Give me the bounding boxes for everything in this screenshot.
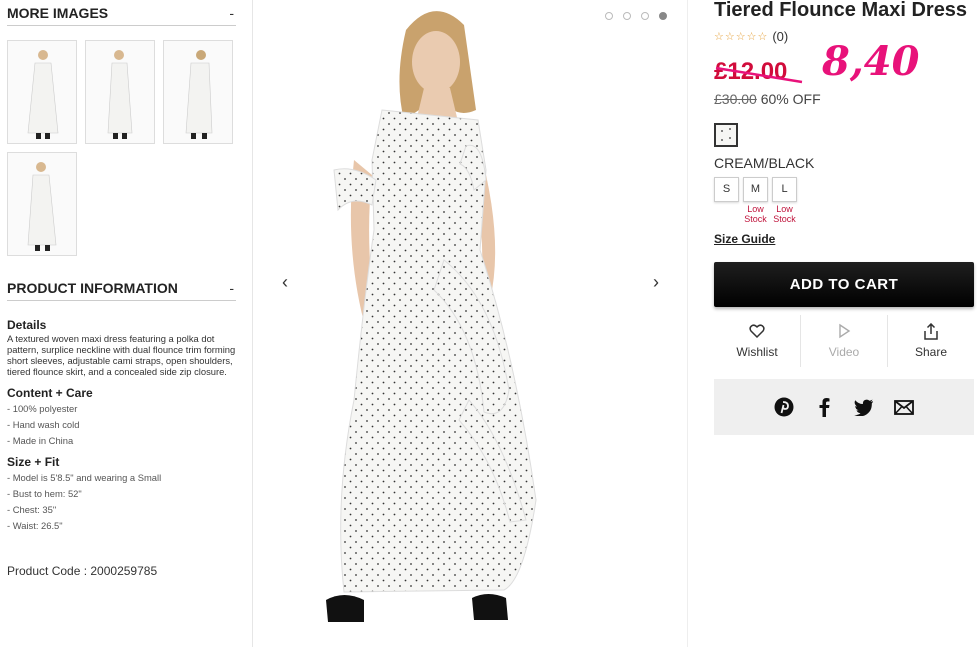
list-item: - Hand wash cold [7,419,80,430]
details-text: A textured woven maxi dress featuring a … [7,333,236,377]
size-fit-heading: Size + Fit [7,455,60,469]
product-code: Product Code : 2000259785 [7,564,158,578]
wishlist-button[interactable]: Wishlist [714,315,801,367]
wishlist-label: Wishlist [736,345,778,359]
size-fit-list: - Model is 5'8.5" and wearing a Small - … [7,470,239,534]
details-heading: Details [7,318,47,332]
chevron-left-icon: ‹ [282,271,288,292]
facebook-icon[interactable] [813,396,835,418]
size-selector: S M Low Stock L Low Stock [714,177,977,224]
pinterest-icon[interactable] [773,396,795,418]
product-info-body: Details A textured woven maxi dress feat… [7,318,239,534]
action-row: Wishlist Video Share [714,315,974,367]
content-care-list: - 100% polyester - Hand wash cold - Made… [7,401,239,449]
low-stock-label: Low Stock [744,204,767,224]
list-item: - Made in China [7,435,74,446]
list-item: - Waist: 26.5" [7,520,63,531]
size-option-m[interactable]: M Low Stock [743,177,768,224]
thumbnail-4[interactable] [7,152,77,256]
list-item: - Model is 5'8.5" and wearing a Small [7,472,162,483]
gallery-dot-1[interactable] [605,12,613,20]
twitter-icon[interactable] [853,396,875,418]
product-info-title: PRODUCT INFORMATION [7,280,178,296]
next-image-button[interactable]: › [640,266,672,298]
size-option-l[interactable]: L Low Stock [772,177,797,224]
review-count[interactable]: (0) [772,29,788,44]
more-images-toggle[interactable]: - [229,5,236,21]
product-title: Tiered Flounce Maxi Dress [714,0,968,21]
share-icon [923,322,939,341]
product-main-image [326,11,537,622]
chevron-right-icon: › [653,271,659,292]
thumbnail-1[interactable] [7,40,77,144]
video-button[interactable]: Video [801,315,888,367]
more-images-header[interactable]: MORE IMAGES - [7,5,236,26]
product-info-toggle[interactable]: - [229,280,236,296]
discount-label: 60% OFF [760,91,821,107]
size-option-s[interactable]: S [714,177,739,224]
list-item: - Bust to hem: 52" [7,488,82,499]
product-details-panel: Tiered Flounce Maxi Dress ☆☆☆☆☆ (0) £12.… [714,0,977,435]
share-label: Share [914,345,948,359]
main-image-viewer[interactable]: ‹ › [254,0,688,647]
price-row: £12.00 8,40 [714,38,977,90]
add-to-cart-button[interactable]: ADD TO CART [714,262,974,307]
gallery-dot-3[interactable] [641,12,649,20]
list-item: - 100% polyester [7,403,78,414]
original-price: £30.00 [714,91,757,107]
low-stock-label: Low Stock [773,204,796,224]
thumbnail-grid [7,40,247,256]
thumbnail-3[interactable] [163,40,233,144]
share-button[interactable]: Share [888,315,974,367]
gallery-dot-4[interactable] [659,12,667,20]
handwritten-strike [715,66,803,84]
thumbnail-2[interactable] [85,40,155,144]
prev-image-button[interactable]: ‹ [269,266,301,298]
heart-icon [749,323,765,341]
product-info-header[interactable]: PRODUCT INFORMATION - [7,280,236,301]
play-icon [836,323,852,341]
video-label: Video [828,345,860,359]
gallery-dot-2[interactable] [623,12,631,20]
more-images-title: MORE IMAGES [7,5,109,21]
list-item: - Chest: 35" [7,504,57,515]
social-share-bar [714,379,974,435]
left-panel: MORE IMAGES - PRODUCT INFORMATION - Deta… [0,0,253,647]
color-swatch-cream-black[interactable] [714,123,738,147]
size-label[interactable]: L [772,177,797,202]
star-rating-icon: ☆☆☆☆☆ [714,31,769,43]
size-label[interactable]: M [743,177,768,202]
content-care-heading: Content + Care [7,386,93,400]
size-guide-link[interactable]: Size Guide [714,232,775,246]
color-name: CREAM/BLACK [714,155,815,171]
size-label[interactable]: S [714,177,739,202]
handwritten-price: 8,40 [822,38,920,85]
original-price-row: £30.00 60% OFF [714,91,977,107]
gallery-dots [605,12,667,20]
email-icon[interactable] [893,396,915,418]
